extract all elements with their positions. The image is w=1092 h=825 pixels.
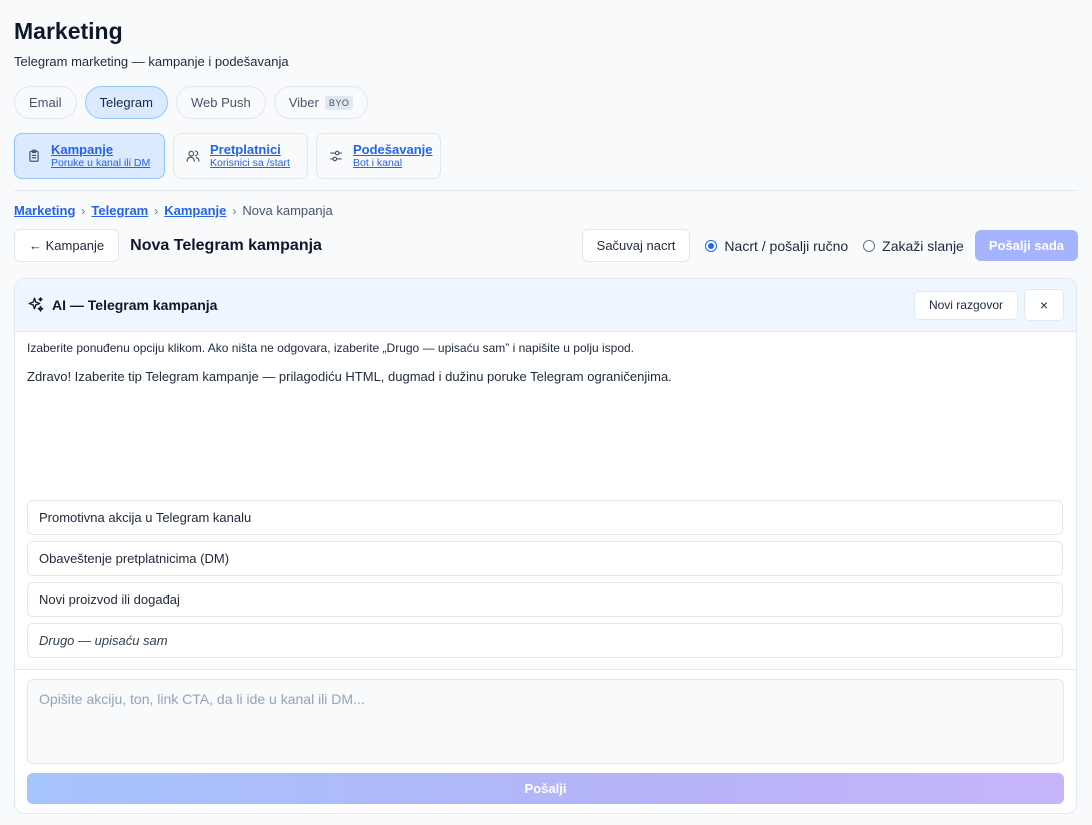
chevron-right-icon: ›	[81, 203, 86, 218]
section-tab-subtitle: Korisnici sa /start	[210, 157, 290, 169]
section-tab-subtitle: Poruke u kanal ili DM	[51, 157, 151, 169]
channel-tab-label: Web Push	[190, 95, 251, 110]
save-draft-button[interactable]: Sačuvaj nacrt	[581, 229, 691, 262]
channel-tab-label: Email	[29, 95, 62, 110]
send-now-button[interactable]: Pošalji sada	[974, 230, 1078, 261]
clipboard-icon	[27, 149, 41, 163]
breadcrumb-current: Nova kampanja	[242, 203, 333, 218]
editor-title: Nova Telegram kampanja	[130, 236, 322, 254]
breadcrumb-marketing[interactable]: Marketing	[14, 203, 75, 218]
radio-indicator[interactable]	[705, 239, 718, 252]
back-button[interactable]: ← Kampanje	[14, 229, 120, 262]
channel-tab-web-push[interactable]: Web Push	[175, 86, 266, 119]
breadcrumb: Marketing › Telegram › Kampanje › Nova k…	[14, 203, 1078, 218]
channel-tab-viber[interactable]: Viber BYO	[273, 86, 369, 119]
radio-manual[interactable]: Nacrt / pošalji ručno	[705, 238, 848, 254]
option-other[interactable]: Drugo — upisaću sam	[27, 623, 1063, 658]
chat-input-area: Pošalji	[15, 669, 1076, 804]
radio-label: Nacrt / pošalji ručno	[724, 237, 849, 254]
section-tab-title: Kampanje	[51, 142, 114, 157]
option-list: Promotivna akcija u Telegram kanalu Obav…	[27, 500, 1063, 658]
send-button[interactable]: Pošalji	[27, 773, 1064, 804]
ai-panel-title: AI — Telegram kampanja	[52, 297, 218, 313]
chat-input[interactable]	[27, 679, 1064, 764]
assistant-message: Zdravo! Izaberite tip Telegram kampanje …	[27, 369, 672, 384]
channel-tabs: Email Telegram Web Push Viber BYO	[14, 86, 1078, 119]
new-chat-button[interactable]: Novi razgovor	[913, 290, 1018, 320]
radio-schedule[interactable]: Zakaži slanje	[863, 238, 964, 254]
channel-tab-label: Telegram	[99, 95, 153, 110]
channel-tab-label: Viber	[288, 95, 319, 110]
divider	[14, 190, 1078, 191]
chat-hint: Izaberite ponuđenu opciju klikom. Ako ni…	[27, 341, 635, 355]
channel-tab-telegram[interactable]: Telegram	[84, 86, 168, 119]
users-icon	[186, 149, 200, 163]
section-tab-podesavanje[interactable]: Podešavanje Bot i kanal	[316, 133, 441, 179]
option-new-product[interactable]: Novi proizvod ili događaj	[27, 582, 1063, 617]
radio-label: Zakaži slanje	[882, 237, 964, 254]
page-subtitle: Telegram marketing — kampanje i podešava…	[14, 54, 289, 69]
option-promo-channel[interactable]: Promotivna akcija u Telegram kanalu	[27, 500, 1063, 535]
section-tab-pretplatnici[interactable]: Pretplatnici Korisnici sa /start	[173, 133, 308, 179]
channel-tab-email[interactable]: Email	[14, 86, 77, 119]
byo-badge: BYO	[324, 95, 354, 110]
breadcrumb-telegram[interactable]: Telegram	[91, 203, 148, 218]
ai-panel: AI — Telegram kampanja Novi razgovor × I…	[14, 278, 1077, 814]
chat-area: Izaberite ponuđenu opciju klikom. Ako ni…	[15, 332, 1076, 669]
section-tab-title: Podešavanje	[353, 142, 433, 157]
page-title: Marketing	[14, 18, 123, 44]
option-subscriber-dm[interactable]: Obaveštenje pretplatnicima (DM)	[27, 541, 1063, 576]
editor-toolbar: ← Kampanje Nova Telegram kampanja Sačuva…	[14, 229, 1078, 262]
section-tabs: Kampanje Poruke u kanal ili DM Pretplatn…	[14, 133, 1078, 179]
radio-indicator[interactable]	[863, 239, 876, 252]
section-tab-subtitle: Bot i kanal	[353, 157, 403, 169]
chevron-right-icon: ›	[232, 203, 237, 218]
section-tab-title: Pretplatnici	[210, 142, 281, 157]
section-tab-kampanje[interactable]: Kampanje Poruke u kanal ili DM	[14, 133, 165, 179]
close-button[interactable]: ×	[1024, 289, 1064, 321]
breadcrumb-kampanje[interactable]: Kampanje	[164, 203, 226, 218]
sliders-icon	[329, 149, 343, 163]
ai-panel-header: AI — Telegram kampanja Novi razgovor ×	[15, 279, 1076, 332]
sparkles-icon	[27, 296, 45, 314]
chevron-right-icon: ›	[154, 203, 159, 218]
